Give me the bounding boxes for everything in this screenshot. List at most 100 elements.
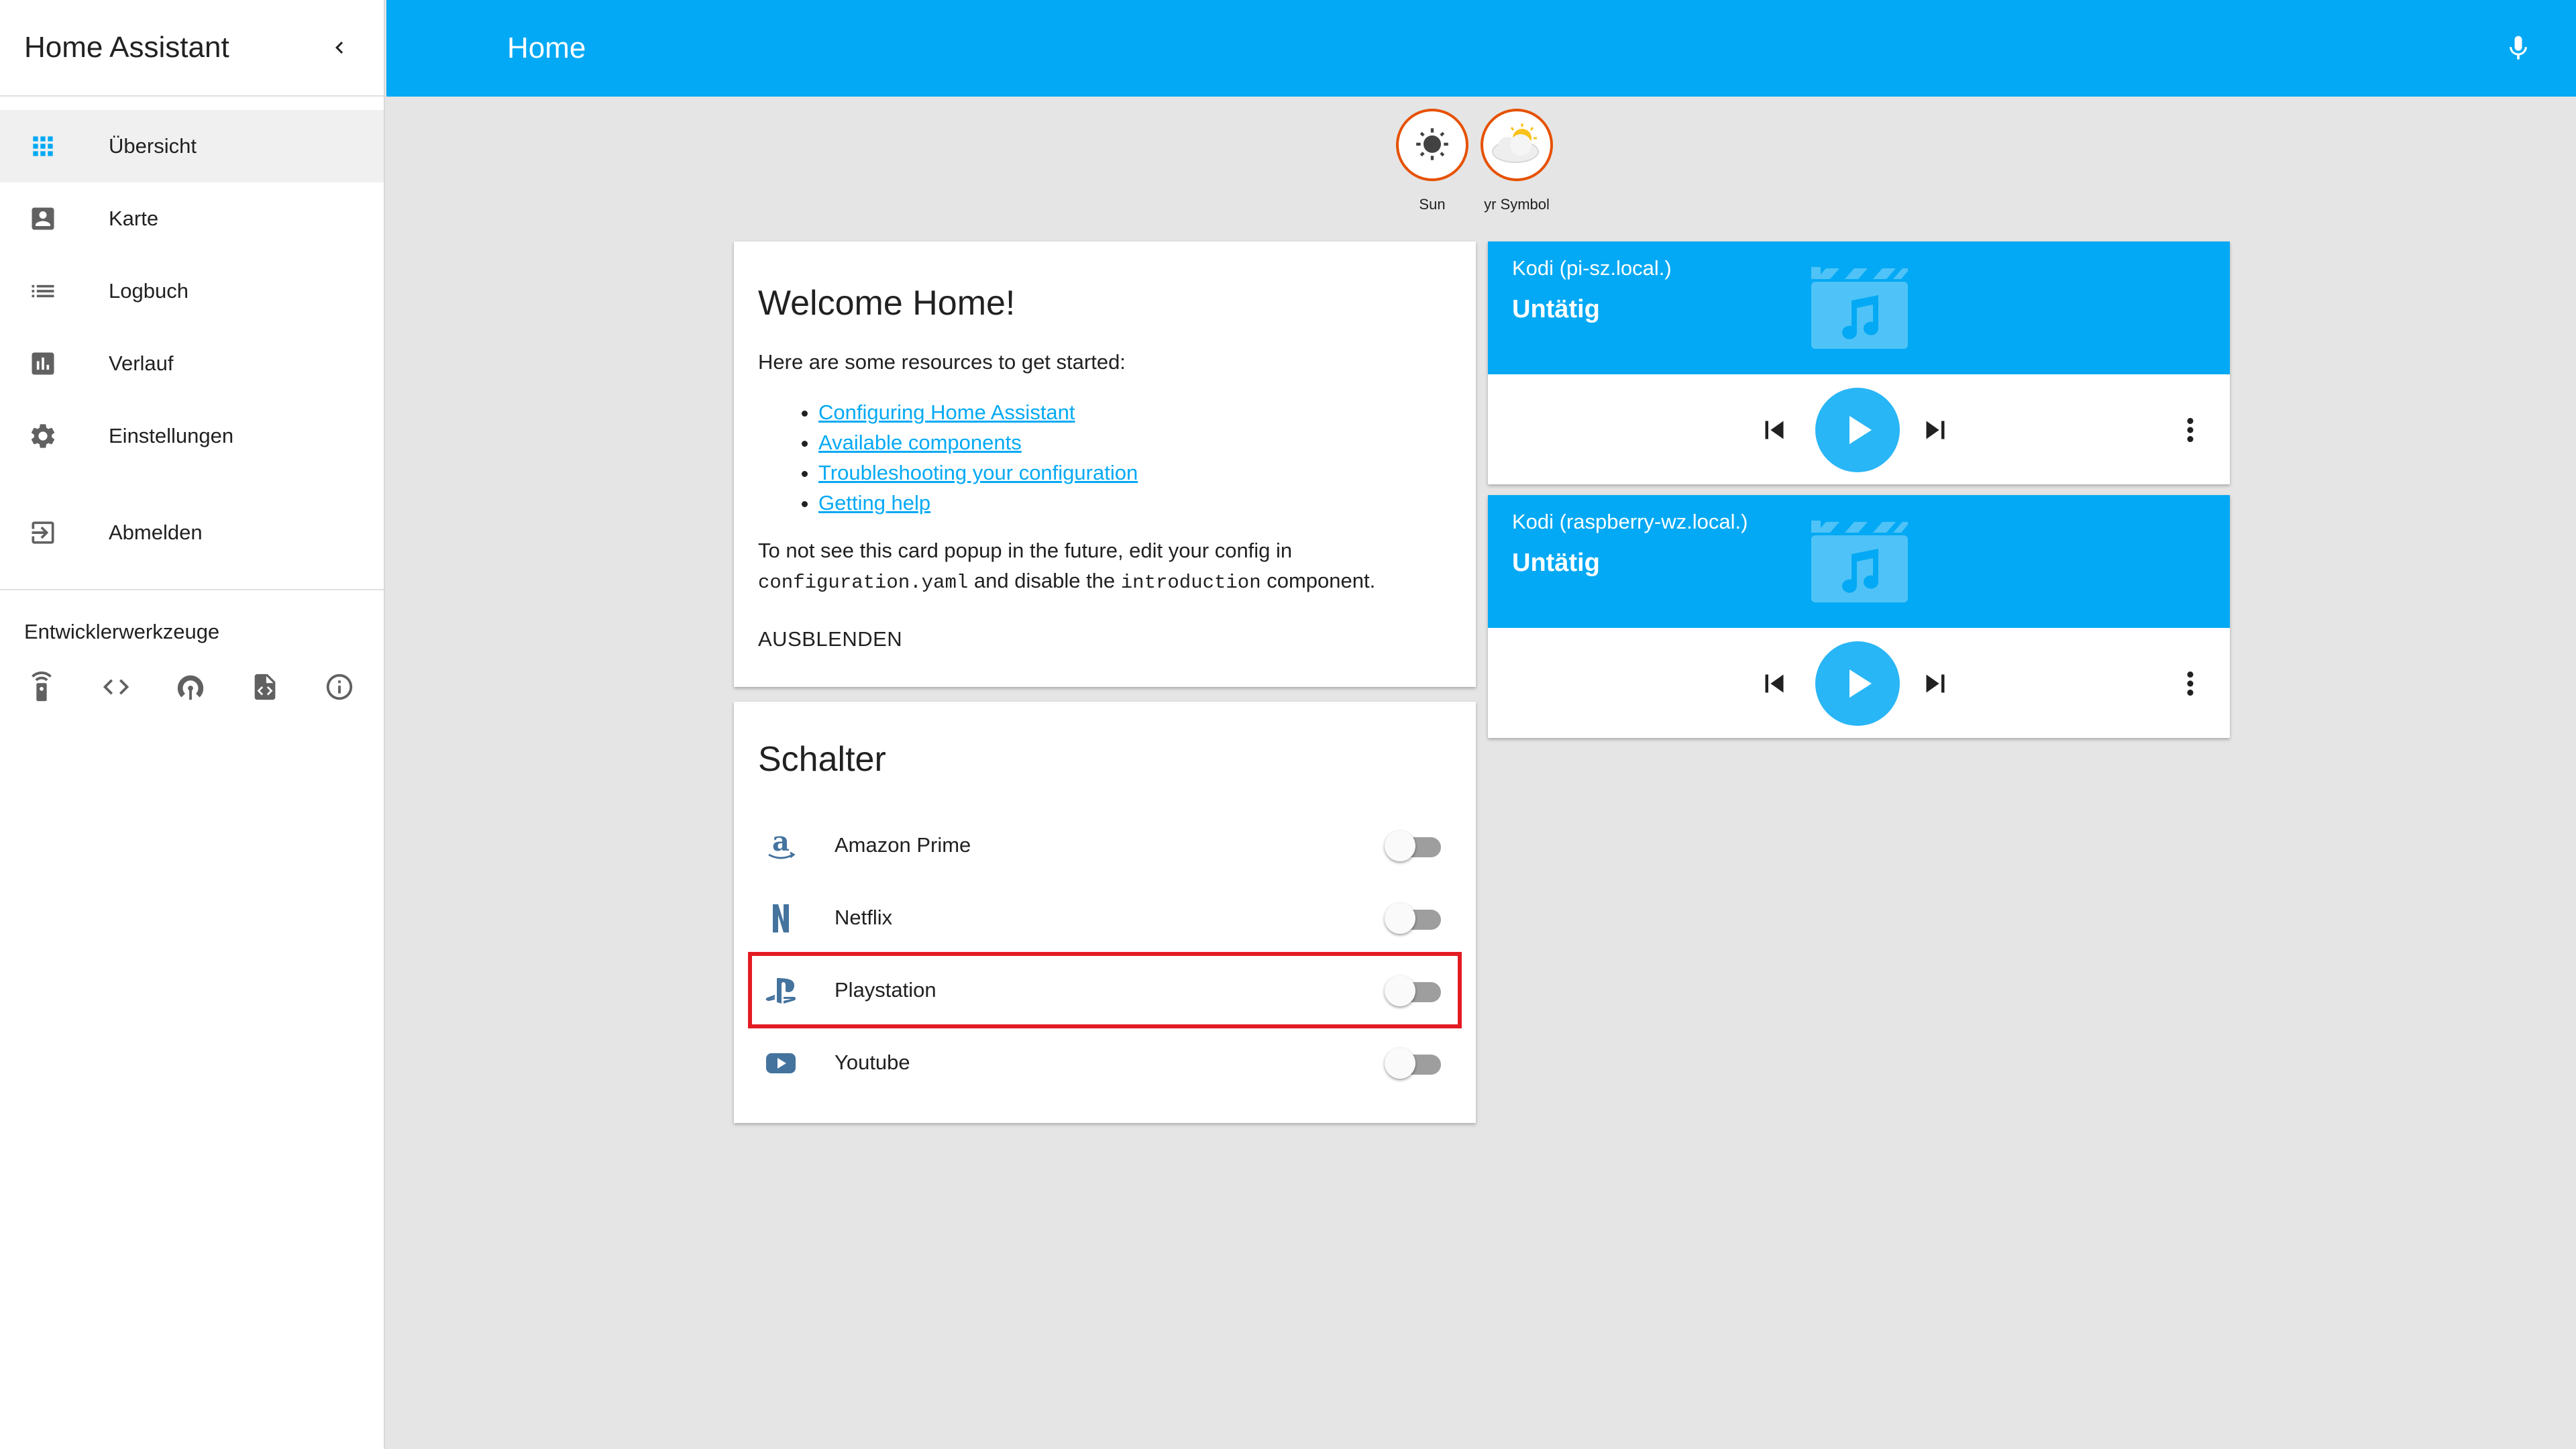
toggle-thumb [1385, 1048, 1415, 1079]
skip-previous-icon [1765, 674, 1784, 693]
top-app-bar: Home [386, 0, 2576, 97]
apps-icon [27, 130, 59, 162]
more-vertical-icon [2187, 418, 2194, 442]
list-item: Configuring Home Assistant [818, 397, 1452, 427]
code-config-file: configuration.yaml [758, 572, 969, 594]
sidebar-item-label: Verlauf [109, 352, 174, 375]
media-player-card: Kodi (raspberry-wz.local.) Untätig [1488, 495, 2230, 738]
toggle-thumb [1385, 903, 1415, 934]
note-text: To not see this card popup in the future… [758, 539, 1293, 562]
intro-note: To not see this card popup in the future… [758, 535, 1452, 598]
voice-command-button[interactable] [2498, 28, 2538, 68]
more-options-button[interactable] [2172, 665, 2208, 702]
previous-track-button[interactable] [1756, 412, 1792, 448]
previous-track-button[interactable] [1756, 665, 1792, 702]
switch-label: Youtube [835, 1051, 910, 1074]
youtube-icon [761, 1042, 801, 1083]
sidebar-item-label: Übersicht [109, 134, 197, 158]
link-components[interactable]: Available components [818, 431, 1022, 454]
resource-links: Configuring Home Assistant Available com… [758, 397, 1452, 518]
intro-lead-text: Here are some resources to get started: [758, 350, 1126, 374]
dev-tools-title: Entwicklerwerkzeuge [24, 620, 220, 643]
note-text: component. [1260, 569, 1376, 592]
sun-icon [1416, 128, 1448, 160]
toggle-switch[interactable] [1385, 901, 1445, 934]
broadcast-icon[interactable] [174, 671, 207, 703]
list-icon [27, 275, 59, 307]
play-icon [1849, 669, 1872, 698]
toggle-switch[interactable] [1385, 1046, 1445, 1079]
dev-tools-bar [0, 644, 384, 703]
skip-next-icon [1926, 421, 1945, 439]
media-player-name: Kodi (raspberry-wz.local.) [1512, 510, 1748, 533]
play-icon [1849, 416, 1872, 444]
sidebar-item-label: Einstellungen [109, 424, 234, 447]
badge-sun[interactable]: Sun [1395, 109, 1469, 213]
chevron-left-icon [335, 42, 343, 54]
switch-row-playstation[interactable]: Playstation [748, 952, 1462, 1028]
badge-circle [1396, 109, 1468, 181]
app-title: Home Assistant [24, 31, 229, 64]
more-options-button[interactable] [2172, 412, 2208, 448]
sidebar-item-karte[interactable]: Karte [0, 182, 384, 255]
media-controls [1488, 374, 2230, 484]
play-button[interactable] [1815, 641, 1900, 726]
media-player-name: Kodi (pi-sz.local.) [1512, 256, 1672, 280]
sidebar-item-label: Karte [109, 207, 159, 230]
partly-cloudy-icon [1492, 123, 1539, 163]
switch-label: Playstation [835, 978, 936, 1002]
switches-card: Schalter a Amazon Prime Netflix Playstat… [734, 702, 1476, 1123]
toggle-thumb [1385, 975, 1415, 1006]
list-item: Troubleshooting your configuration [818, 458, 1452, 488]
sidebar-header: Home Assistant [0, 0, 384, 97]
playstation-icon [761, 970, 801, 1010]
next-track-button[interactable] [1917, 412, 1953, 448]
media-header: Kodi (pi-sz.local.) Untätig [1488, 241, 2230, 374]
sidebar-item-uebersicht[interactable]: Übersicht [0, 110, 384, 182]
amazon-icon: a [761, 825, 801, 865]
media-player-state: Untätig [1512, 549, 1600, 577]
skip-previous-icon [1765, 421, 1784, 439]
remote-icon[interactable] [25, 671, 58, 703]
page-title: Home [507, 32, 586, 64]
badge-label: Sun [1419, 196, 1446, 213]
info-icon[interactable] [323, 671, 356, 703]
switch-row-youtube[interactable]: Youtube [750, 1026, 1460, 1099]
file-code-icon[interactable] [249, 671, 281, 703]
sidebar-item-abmelden[interactable]: Abmelden [0, 496, 384, 569]
link-configuring[interactable]: Configuring Home Assistant [818, 400, 1075, 424]
switch-label: Netflix [835, 906, 893, 929]
toggle-switch[interactable] [1385, 973, 1445, 1007]
note-text: and disable the [968, 569, 1121, 592]
collapse-sidebar-button[interactable] [319, 28, 360, 68]
more-vertical-icon [2187, 672, 2194, 696]
netflix-icon [761, 898, 801, 938]
media-controls [1488, 628, 2230, 738]
svg-text:a: a [772, 828, 790, 857]
movie-music-icon [1811, 521, 1908, 602]
media-player-state: Untätig [1512, 295, 1600, 323]
link-getting-help[interactable]: Getting help [818, 491, 930, 515]
code-icon[interactable] [100, 671, 132, 703]
media-player-card: Kodi (pi-sz.local.) Untätig [1488, 241, 2230, 484]
sidebar-item-label: Logbuch [109, 279, 189, 303]
next-track-button[interactable] [1917, 665, 1953, 702]
hide-button[interactable]: AUSBLENDEN [758, 627, 902, 651]
sidebar: Home Assistant Übersicht Karte Logbuch V… [0, 0, 385, 1449]
toggle-switch[interactable] [1385, 828, 1445, 862]
sidebar-item-einstellungen[interactable]: Einstellungen [0, 400, 384, 472]
chart-icon [27, 347, 59, 380]
card-title: Welcome Home! [758, 284, 1016, 323]
introduction-card: Welcome Home! Here are some resources to… [734, 241, 1476, 687]
sidebar-item-logbuch[interactable]: Logbuch [0, 255, 384, 327]
badge-yr-symbol[interactable]: yr Symbol [1480, 109, 1554, 213]
sidebar-item-label: Abmelden [109, 521, 203, 544]
play-button[interactable] [1815, 388, 1900, 472]
link-troubleshooting[interactable]: Troubleshooting your configuration [818, 461, 1138, 484]
sidebar-item-verlauf[interactable]: Verlauf [0, 327, 384, 400]
switch-row-amazon-prime[interactable]: a Amazon Prime [750, 809, 1460, 881]
switch-row-netflix[interactable]: Netflix [750, 881, 1460, 954]
badge-circle [1481, 109, 1553, 181]
list-item: Getting help [818, 488, 1452, 518]
badge-label: yr Symbol [1484, 196, 1550, 213]
